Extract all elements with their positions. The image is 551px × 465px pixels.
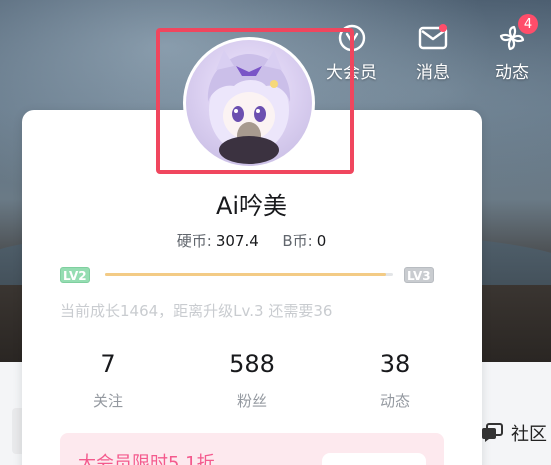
nav-messages[interactable]: 消息 [416,22,450,83]
stat-following[interactable]: 7 关注 [58,350,158,411]
nav-dynamics[interactable]: 4 动态 [495,14,538,83]
coin-value: 307.4 [215,232,259,250]
bcoin-label: B币: [282,232,313,250]
stat-dynamics[interactable]: 38 动态 [345,350,445,411]
nav-vip[interactable]: 大会员 [326,22,377,83]
level-progress-bar [105,273,393,276]
stat-following-value: 7 [100,350,116,378]
coin-balance: 硬币: 307.4 B币: 0 [0,230,503,251]
coin-label: 硬币: [176,232,212,250]
community-icon [481,423,503,443]
growth-info: 当前成长1464，距离升级Lv.3 还需要36 [60,302,333,320]
vip-promo-banner[interactable]: 大会员限时5.1折 [60,433,444,465]
stat-dynamics-label: 动态 [379,392,410,410]
avatar-illustration [207,50,291,164]
mail-icon [417,22,449,54]
nav-messages-label: 消息 [416,63,450,83]
nav-vip-label: 大会员 [326,63,377,83]
next-level-badge: LV3 [404,267,434,283]
community-label: 社区 [511,424,547,445]
vip-promo-text: 大会员限时5.1折 [78,453,215,465]
messages-unread-dot [439,24,447,32]
current-level-badge: LV2 [60,267,90,283]
stat-followers[interactable]: 588 粉丝 [202,350,302,411]
stat-followers-label: 粉丝 [236,392,267,410]
stat-followers-value: 588 [229,350,275,378]
nav-dynamics-label: 动态 [495,63,529,83]
community-link[interactable]: 社区 [481,420,547,446]
bcoin-value: 0 [316,232,327,250]
vip-icon [336,22,368,54]
username: Ai吟美 [215,192,288,220]
dynamics-count-badge: 4 [518,14,538,34]
avatar [186,40,312,166]
avatar-frame[interactable] [183,37,315,169]
stat-following-label: 关注 [92,392,123,410]
stat-dynamics-value: 38 [379,350,411,378]
windmill-icon: 4 [496,14,538,54]
level-progress-fill [105,273,387,276]
vip-promo-button[interactable] [322,453,426,465]
